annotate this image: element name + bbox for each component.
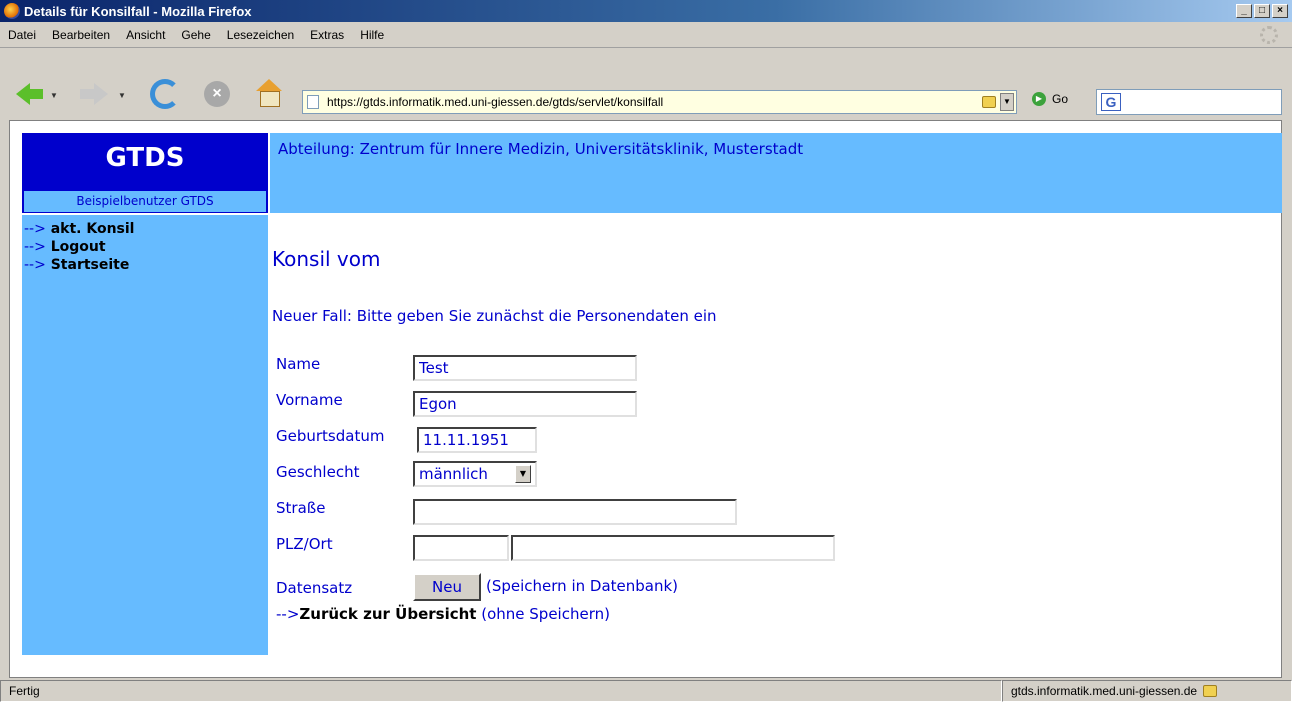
menu-gehe[interactable]: Gehe xyxy=(173,28,218,42)
back-arrow-icon[interactable] xyxy=(14,79,44,109)
status-bar: Fertig gtds.informatik.med.uni-giessen.d… xyxy=(0,680,1292,702)
back-to-overview-link[interactable]: Zurück zur Übersicht xyxy=(299,605,476,623)
status-text: Fertig xyxy=(0,680,1002,702)
user-name: Beispielbenutzer GTDS xyxy=(24,191,266,212)
search-input[interactable]: G xyxy=(1096,89,1282,115)
sidebar-item-logout[interactable]: --> Logout xyxy=(24,238,266,256)
sidebar-item-startseite[interactable]: --> Startseite xyxy=(24,256,266,274)
logo-title: GTDS xyxy=(105,143,185,173)
ort-field[interactable] xyxy=(511,535,835,561)
datensatz-label: Datensatz xyxy=(276,579,353,597)
stop-icon[interactable]: × xyxy=(204,81,230,107)
home-icon[interactable] xyxy=(254,79,284,109)
name-label: Name xyxy=(276,355,321,373)
save-note: (Speichern in Datenbank) xyxy=(486,577,679,595)
back-dropdown-icon[interactable]: ▼ xyxy=(50,91,58,100)
chevron-down-icon[interactable]: ▼ xyxy=(515,465,531,483)
geschlecht-value: männlich xyxy=(419,465,488,483)
sidebar-item-akt-konsil[interactable]: --> akt. Konsil xyxy=(24,220,266,238)
strasse-label: Straße xyxy=(276,499,326,517)
page-viewport: GTDS Beispielbenutzer GTDS Abteilung: Ze… xyxy=(9,120,1282,678)
forward-arrow-icon[interactable] xyxy=(80,79,110,109)
close-button[interactable]: × xyxy=(1272,4,1288,18)
firefox-icon xyxy=(4,3,20,19)
back-to-overview: -->Zurück zur Übersicht (ohne Speichern) xyxy=(276,605,610,623)
vorname-field[interactable] xyxy=(413,391,637,417)
intro-text: Neuer Fall: Bitte geben Sie zunächst die… xyxy=(272,307,717,325)
throbber-icon xyxy=(1260,25,1278,44)
menu-extras[interactable]: Extras xyxy=(302,28,352,42)
window-title: Details für Konsilfall - Mozilla Firefox xyxy=(24,3,252,19)
forward-dropdown-icon[interactable]: ▼ xyxy=(118,91,126,100)
url-bar[interactable]: https://gtds.informatik.med.uni-giessen.… xyxy=(302,90,1017,114)
menu-bar: Datei Bearbeiten Ansicht Gehe Lesezeiche… xyxy=(0,22,1292,48)
lock-icon[interactable] xyxy=(982,96,996,108)
vorname-label: Vorname xyxy=(276,391,343,409)
geschlecht-select[interactable]: männlich ▼ xyxy=(413,461,537,487)
plz-field[interactable] xyxy=(413,535,509,561)
status-host: gtds.informatik.med.uni-giessen.de xyxy=(1002,680,1292,702)
back-arrow: --> xyxy=(276,605,300,623)
menu-ansicht[interactable]: Ansicht xyxy=(118,28,173,42)
menu-bearbeiten[interactable]: Bearbeiten xyxy=(44,28,118,42)
go-button[interactable]: ▶ Go xyxy=(1032,92,1068,106)
navigation-toolbar: ▼ ▼ × https://gtds.informatik.med.uni-gi… xyxy=(0,49,1292,117)
page-icon xyxy=(307,95,319,109)
sidebar: --> akt. Konsil --> Logout --> Startseit… xyxy=(22,215,268,655)
menu-datei[interactable]: Datei xyxy=(0,28,44,42)
strasse-field[interactable] xyxy=(413,499,737,525)
title-bar: Details für Konsilfall - Mozilla Firefox… xyxy=(0,0,1292,22)
minimize-button[interactable]: _ xyxy=(1236,4,1252,18)
geschlecht-label: Geschlecht xyxy=(276,463,360,481)
page-title: Konsil vom xyxy=(272,247,381,271)
menu-lesezeichen[interactable]: Lesezeichen xyxy=(219,28,302,42)
gtds-logo: GTDS Beispielbenutzer GTDS xyxy=(22,133,268,213)
menu-hilfe[interactable]: Hilfe xyxy=(352,28,392,42)
maximize-button[interactable]: □ xyxy=(1254,4,1270,18)
lock-icon[interactable] xyxy=(1203,685,1218,697)
plzort-label: PLZ/Ort xyxy=(276,535,333,553)
go-label: Go xyxy=(1052,92,1069,106)
back-note: (ohne Speichern) xyxy=(481,605,610,623)
url-text[interactable]: https://gtds.informatik.med.uni-giessen.… xyxy=(327,95,982,109)
google-icon[interactable]: G xyxy=(1101,93,1121,111)
geburtsdatum-field[interactable] xyxy=(417,427,537,453)
reload-icon[interactable] xyxy=(150,79,180,109)
host-text: gtds.informatik.med.uni-giessen.de xyxy=(1011,684,1198,698)
department-header: Abteilung: Zentrum für Innere Medizin, U… xyxy=(270,133,1282,213)
geburtsdatum-label: Geburtsdatum xyxy=(276,427,385,445)
url-history-dropdown-icon[interactable]: ▼ xyxy=(1000,93,1014,111)
go-icon: ▶ xyxy=(1032,92,1046,106)
name-field[interactable] xyxy=(413,355,637,381)
neu-button[interactable]: Neu xyxy=(413,573,481,601)
